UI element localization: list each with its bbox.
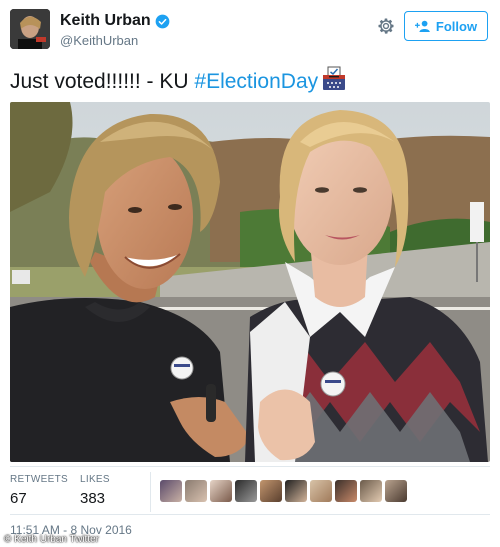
retweets-label: RETWEETS <box>10 474 68 485</box>
likes-count: 383 <box>80 490 106 507</box>
liker-avatar[interactable] <box>185 480 207 502</box>
liker-avatar[interactable] <box>210 480 232 502</box>
user-info: Keith Urban @KeithUrban <box>60 12 170 48</box>
follow-button[interactable]: Follow <box>404 11 488 41</box>
ballot-box-icon <box>323 66 346 90</box>
liker-avatar[interactable] <box>260 480 282 502</box>
retweets-count: 67 <box>10 490 27 507</box>
stats-divider <box>150 472 151 512</box>
hashtag-link[interactable]: #ElectionDay <box>194 70 318 93</box>
liker-avatar[interactable] <box>285 480 307 502</box>
stats-bottom-divider <box>10 514 490 515</box>
likes-label: LIKES <box>80 474 110 485</box>
display-name[interactable]: Keith Urban <box>60 12 151 30</box>
verified-badge-icon <box>155 14 170 28</box>
liker-avatar[interactable] <box>385 480 407 502</box>
person-plus-icon <box>414 20 430 32</box>
liker-avatar[interactable] <box>310 480 332 502</box>
photo-credit: © Keith Urban Twitter <box>4 534 99 545</box>
stats-top-divider <box>10 466 490 467</box>
tweet-body: Just voted!!!!!! - KU <box>10 70 195 93</box>
tweet-header: Keith Urban @KeithUrban Follow <box>0 0 500 58</box>
tweet-text: Just voted!!!!!! - KU #ElectionDay <box>10 66 347 95</box>
liker-avatar[interactable] <box>160 480 182 502</box>
likes-stat[interactable]: LIKES 383 <box>80 474 110 507</box>
follow-label: Follow <box>435 18 478 34</box>
liker-avatar[interactable] <box>335 480 357 502</box>
retweets-stat[interactable]: RETWEETS 67 <box>10 474 68 507</box>
gear-icon[interactable] <box>376 16 396 36</box>
avatar-image <box>10 9 50 49</box>
tweet-photo[interactable] <box>10 102 490 462</box>
liker-avatars <box>160 480 407 502</box>
user-handle[interactable]: @KeithUrban <box>60 33 170 48</box>
avatar[interactable] <box>10 9 50 49</box>
selfie-photo <box>10 102 490 462</box>
liker-avatar[interactable] <box>360 480 382 502</box>
liker-avatar[interactable] <box>235 480 257 502</box>
